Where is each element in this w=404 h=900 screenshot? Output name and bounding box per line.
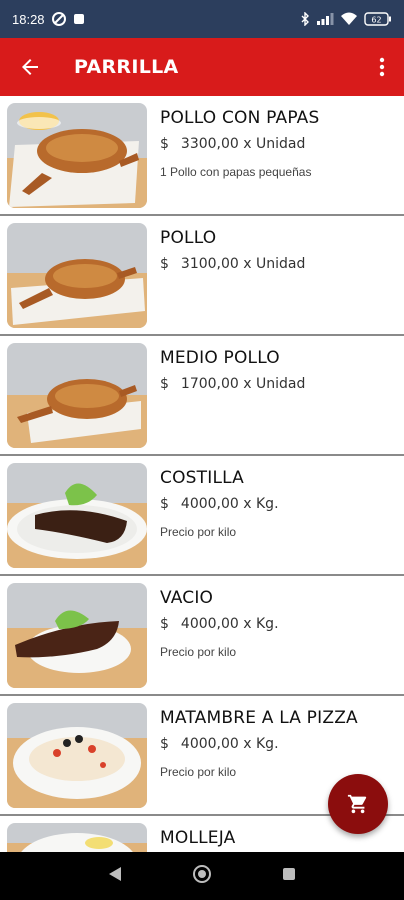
product-name: MATAMBRE A LA PIZZA <box>160 708 358 728</box>
product-image <box>7 223 147 328</box>
product-price: $3300,00 x Unidad <box>160 136 306 152</box>
product-price: $1700,00 x Unidad <box>160 376 306 392</box>
product-item-medio-pollo[interactable]: MEDIO POLLO $1700,00 x Unidad <box>0 336 404 456</box>
status-time: 18:28 <box>12 11 45 27</box>
square-recents-icon <box>283 867 296 880</box>
product-image <box>7 463 147 568</box>
product-description: Precio por kilo <box>160 765 237 779</box>
battery-level: 62 <box>371 16 381 25</box>
battery-icon: 62 <box>364 12 392 26</box>
product-description: 1 Pollo con papas pequeñas <box>160 165 312 179</box>
triangle-back-icon <box>108 866 121 881</box>
notification-icon <box>73 13 85 25</box>
signal-icon <box>316 13 334 25</box>
page-title: PARRILLA <box>74 56 179 78</box>
product-price: $4000,00 x Kg. <box>160 736 279 752</box>
shopping-cart-icon <box>347 794 367 814</box>
nav-back-button[interactable] <box>107 866 123 887</box>
product-image <box>7 583 147 688</box>
app-bar: PARRILLA <box>0 38 404 96</box>
arrow-left-icon <box>22 59 38 75</box>
product-list[interactable]: POLLO CON PAPAS $3300,00 x Unidad 1 Poll… <box>0 96 404 852</box>
product-price: $3100,00 x Unidad <box>160 256 306 272</box>
product-item-pollo-con-papas[interactable]: POLLO CON PAPAS $3300,00 x Unidad 1 Poll… <box>0 96 404 216</box>
product-name: COSTILLA <box>160 468 245 488</box>
product-name: MOLLEJA <box>160 828 236 848</box>
nav-recents-button[interactable] <box>281 866 297 887</box>
nav-home-button[interactable] <box>192 864 212 889</box>
product-name: MEDIO POLLO <box>160 348 280 368</box>
product-image <box>7 103 147 208</box>
product-name: POLLO CON PAPAS <box>160 108 320 128</box>
product-item-vacio[interactable]: VACIO $4000,00 x Kg. Precio por kilo <box>0 576 404 696</box>
bluetooth-icon <box>300 12 310 26</box>
product-price: $4000,00 x Kg. <box>160 616 279 632</box>
product-price: $4000,00 x Kg. <box>160 496 279 512</box>
product-name: VACIO <box>160 588 214 608</box>
product-image <box>7 343 147 448</box>
wifi-icon <box>340 12 358 26</box>
product-description: Precio por kilo <box>160 525 237 539</box>
data-saver-icon <box>51 11 67 27</box>
product-image <box>7 703 147 808</box>
circle-home-icon <box>192 864 211 883</box>
more-vert-icon <box>379 57 385 77</box>
more-options-button[interactable] <box>360 38 404 96</box>
product-name: POLLO <box>160 228 217 248</box>
back-button[interactable] <box>0 38 60 96</box>
system-nav-bar <box>0 852 404 900</box>
status-bar: 18:28 62 <box>0 0 404 38</box>
cart-button[interactable] <box>328 774 388 834</box>
product-item-pollo[interactable]: POLLO $3100,00 x Unidad <box>0 216 404 336</box>
product-image <box>7 823 147 852</box>
product-item-costilla[interactable]: COSTILLA $4000,00 x Kg. Precio por kilo <box>0 456 404 576</box>
product-description: Precio por kilo <box>160 645 237 659</box>
